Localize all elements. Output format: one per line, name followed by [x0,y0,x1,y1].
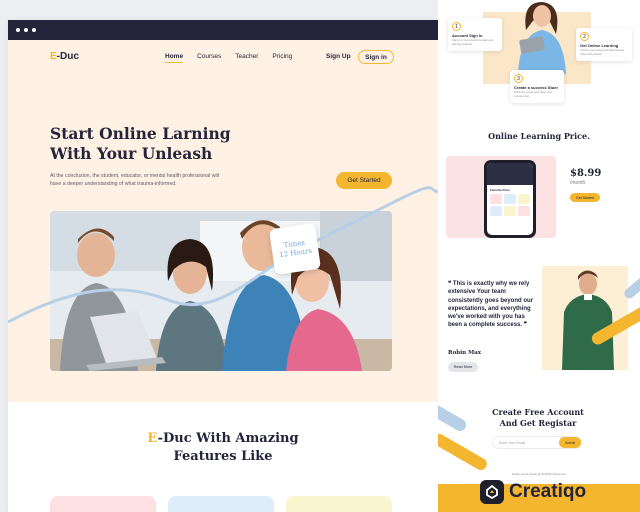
window-titlebar [8,20,438,40]
hero-section: E-Duc Home Courses Teacher Pricing Sign … [8,40,438,402]
man-illustration [562,270,614,370]
nav-link-courses[interactable]: Courses [197,53,221,63]
feature-card[interactable] [286,496,392,512]
step-card: 3 Create a success Stuer Finish the cour… [510,70,564,103]
window-dot-icon[interactable] [16,28,20,32]
logo[interactable]: E-Duc [50,51,79,62]
pricing-phone-card: Favorite Price [446,156,556,238]
feature-card[interactable] [168,496,274,512]
decorative-stripe [438,402,469,434]
teacher-illustration [518,2,566,74]
sign-up-link[interactable]: Sign Up [326,53,351,60]
feature-card[interactable] [50,496,156,512]
testimonial-photo [542,266,628,370]
nav-link-home[interactable]: Home [165,53,184,63]
phone-mockup: Favorite Price [484,160,536,238]
read-more-button[interactable]: Read More [448,362,478,372]
price-amount: $8.99 [570,168,602,179]
window-dot-icon[interactable] [32,28,36,32]
submit-button[interactable]: Submit [559,437,581,448]
brand-watermark: Creatiqo [480,480,586,504]
price-period: /month [570,180,586,186]
testimonial-author: Robin Max [448,350,482,356]
nav-link-pricing[interactable]: Pricing [272,53,292,63]
sign-in-button[interactable]: Sign in [358,50,394,64]
hero-title: Start Online Larning With Your Unleash [50,124,231,163]
nav-links: Home Courses Teacher Pricing [165,53,292,63]
decorative-wave [8,186,438,324]
step-card: 1 Account Sign In Sign in to your accoun… [448,18,502,51]
copyright-text: Design Store House @ All Rights Reserved [512,472,566,476]
pricing-title: Online Learning Price. [488,131,590,141]
right-preview-column: 1 Account Sign In Sign in to your accoun… [438,0,640,512]
step-card: 2 Get Online Learning Choose your course… [576,28,632,61]
signup-title: Create Free Account And Get Registar [492,407,584,428]
nav-link-teacher[interactable]: Teacher [235,53,258,63]
navbar: E-Duc Home Courses Teacher Pricing Sign … [8,40,438,76]
decorative-stripe [438,431,489,473]
testimonial-quote: ❝ This is exactly why we rely extensive … [448,281,534,329]
features-heading: E-Duc With Amazing Features Like [147,431,299,464]
creatiqo-logo-icon [480,480,504,504]
browser-window: E-Duc Home Courses Teacher Pricing Sign … [8,20,438,512]
duration-badge: Times 12 Hours [269,223,321,275]
window-dot-icon[interactable] [24,28,28,32]
pricing-get-started-button[interactable]: Get Started [570,193,600,202]
quote-close-icon: ❞ [522,322,527,329]
